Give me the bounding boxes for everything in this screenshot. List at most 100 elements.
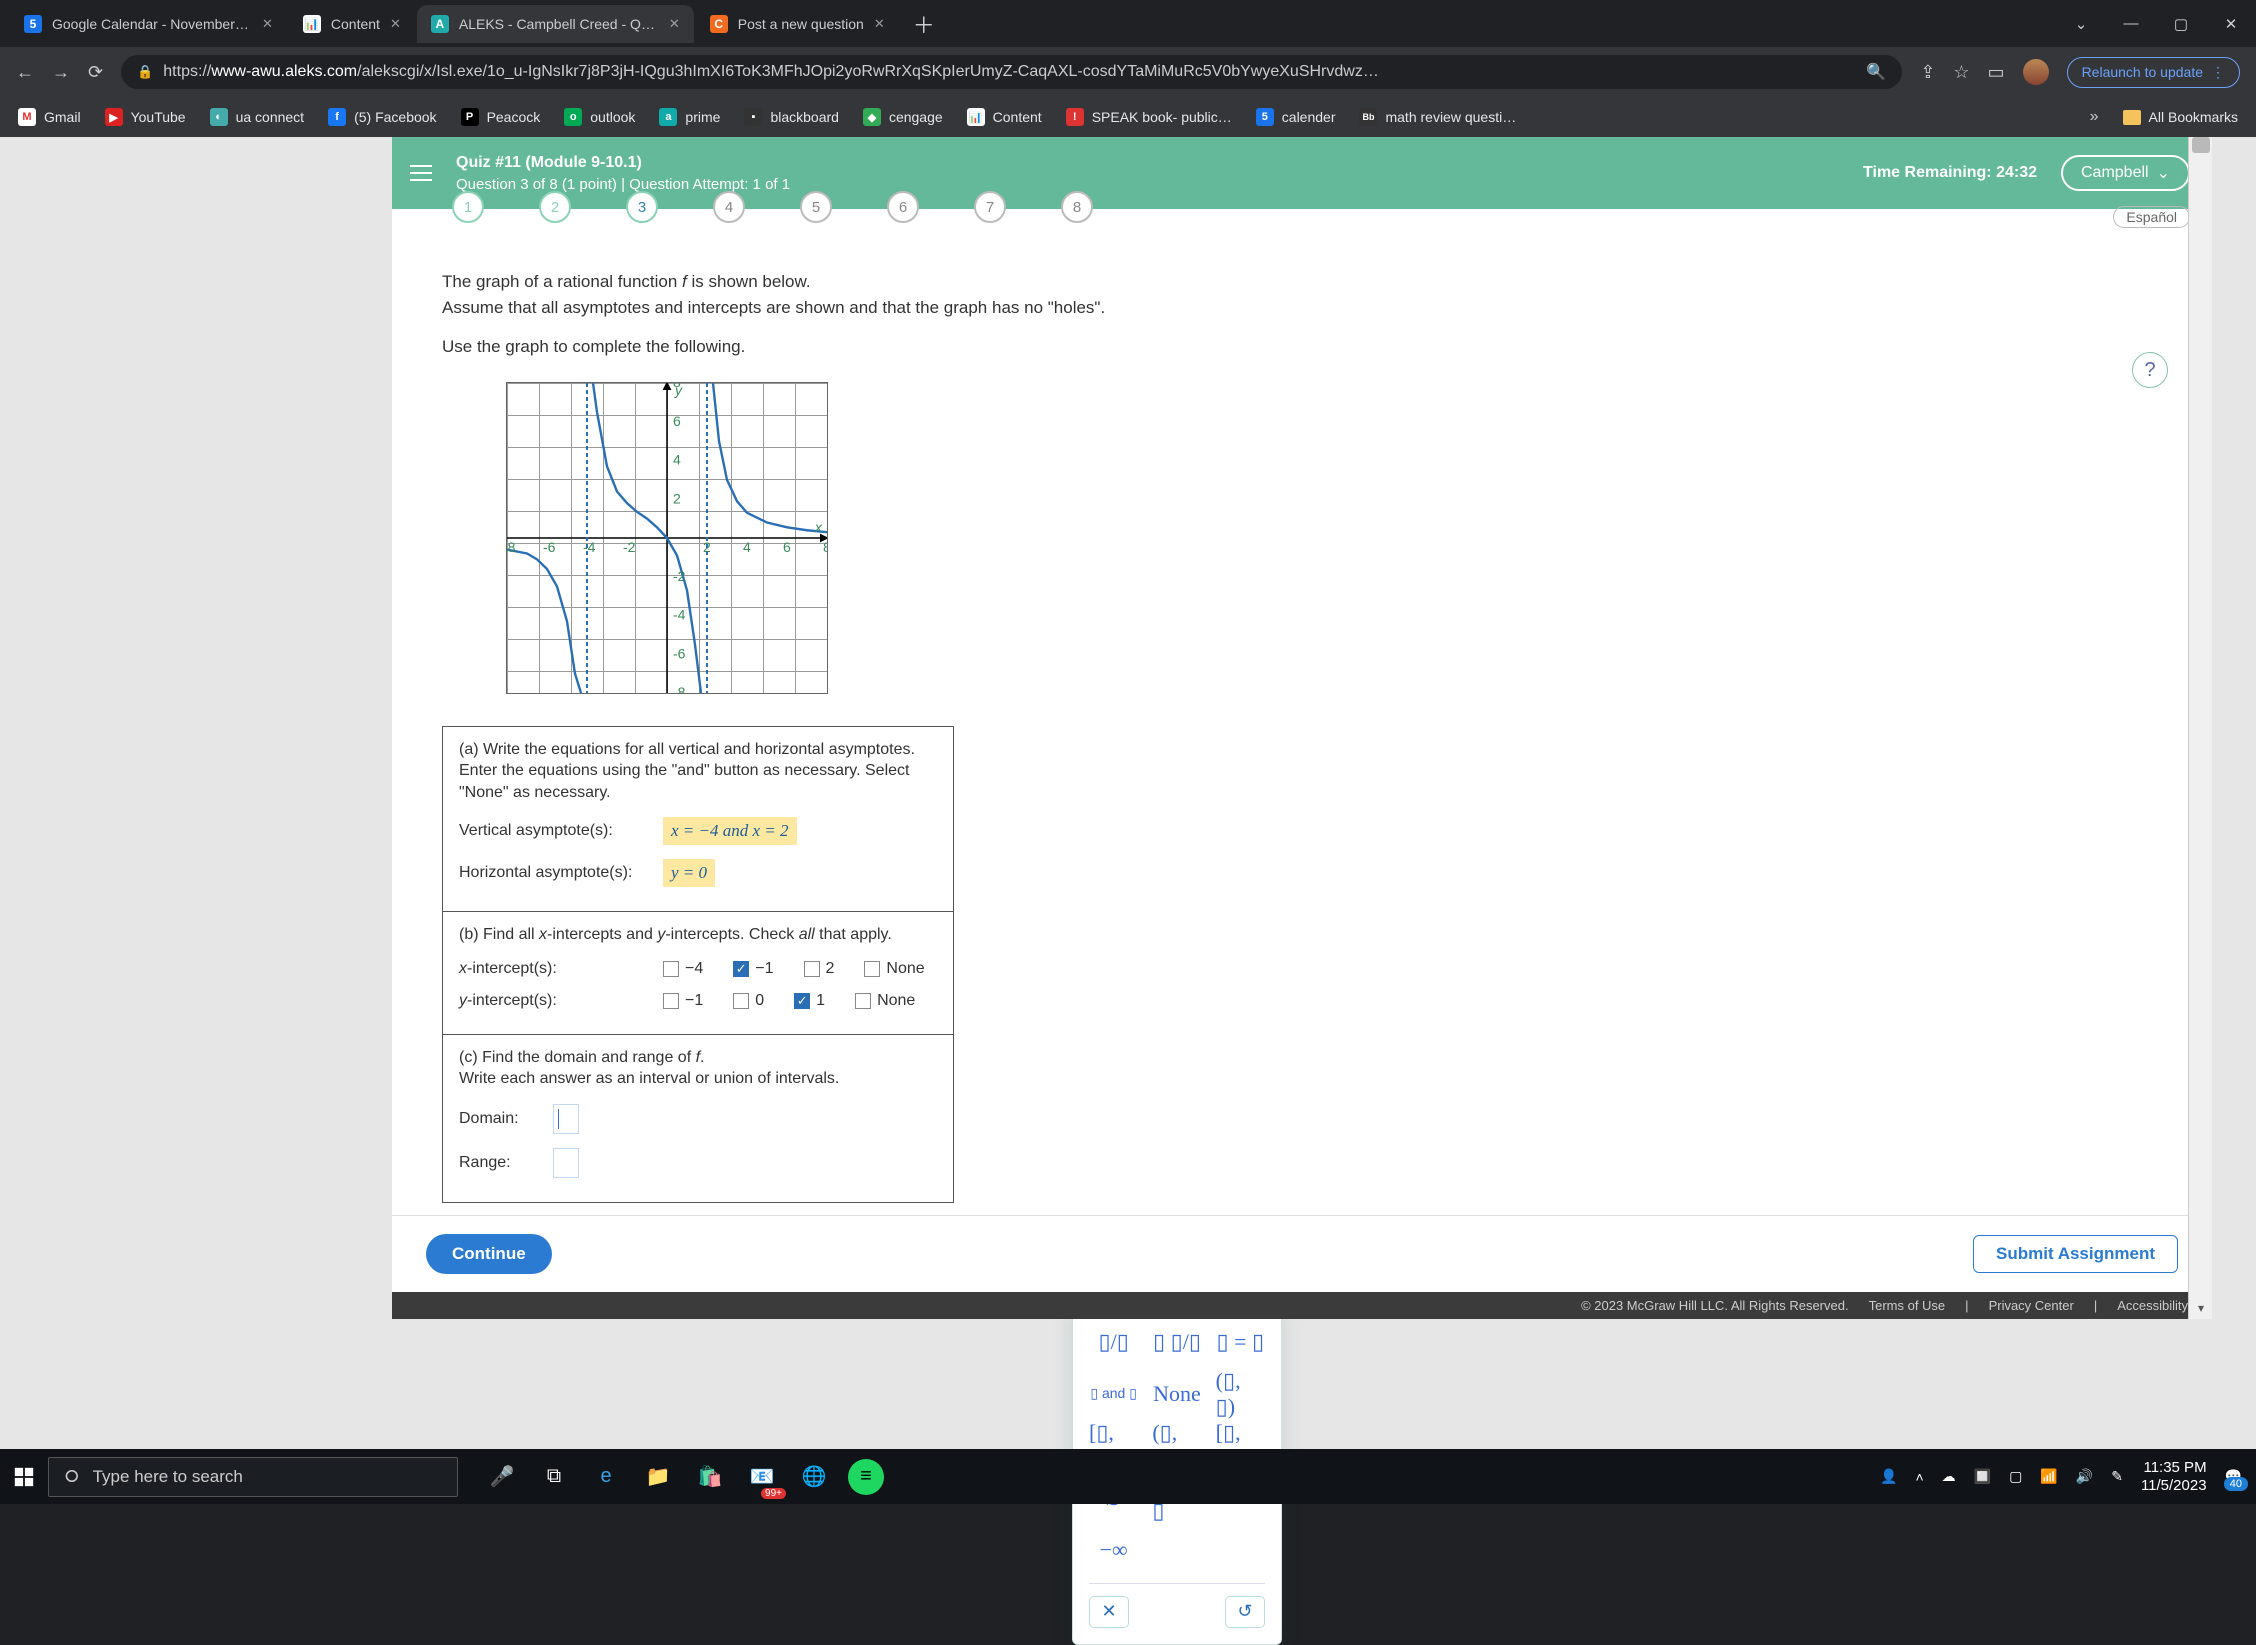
continue-button[interactable]: Continue [426,1234,552,1274]
bm-outlook[interactable]: ooutlook [564,108,635,126]
checkbox[interactable] [804,961,820,977]
q-nav-4[interactable]: 4 [713,191,745,223]
panel-icon[interactable]: ▭ [1988,62,2005,83]
bm-youtube[interactable]: ▶YouTube [105,108,186,126]
close-icon[interactable]: ✕ [262,16,273,32]
checkbox[interactable] [663,993,679,1009]
ha-answer[interactable]: y = 0 [663,859,715,887]
submit-assignment-button[interactable]: Submit Assignment [1973,1235,2178,1273]
intercept-option[interactable]: 0 [733,992,764,1010]
tab-post[interactable]: C Post a new question ✕ [696,5,899,43]
palette-reset-button[interactable]: ↺ [1225,1596,1265,1628]
bm-peacock[interactable]: PPeacock [461,108,541,126]
checkbox[interactable] [794,993,810,1009]
bm-blackboard[interactable]: ▪blackboard [744,108,839,126]
bm-overflow-icon[interactable]: » [2090,108,2099,126]
intercept-option[interactable]: −4 [663,960,703,978]
new-tab-button[interactable]: ＋ [909,9,939,39]
onedrive-icon[interactable]: ☁ [1942,1468,1956,1485]
relaunch-button[interactable]: Relaunch to update⋮ [2067,57,2240,88]
bm-math[interactable]: Bbmath review questi… [1359,108,1516,126]
bm-prime[interactable]: aprime [659,108,720,126]
intercept-option[interactable]: −1 [733,960,773,978]
language-toggle[interactable]: Español [2113,206,2190,228]
q-nav-8[interactable]: 8 [1061,191,1093,223]
link-terms[interactable]: Terms of Use [1869,1298,1946,1313]
mail-icon[interactable]: 📧99+ [744,1459,780,1495]
bm-content[interactable]: 📊Content [967,108,1042,126]
tray-up-icon[interactable]: ˄ [1915,1469,1923,1485]
palette-button[interactable]: ▯ = ▯ [1216,1323,1265,1361]
palette-button[interactable]: ▯ ▯/▯ [1152,1323,1201,1361]
people-icon[interactable]: 👤 [1880,1468,1897,1485]
checkbox[interactable] [855,993,871,1009]
battery-icon[interactable]: ▢ [2009,1468,2022,1485]
clock[interactable]: 11:35 PM11/5/2023 [2141,1459,2207,1495]
link-accessibility[interactable]: Accessibility [2117,1298,2188,1313]
bm-gmail[interactable]: MGmail [18,108,81,126]
intercept-option[interactable]: None [864,960,924,978]
store-icon[interactable]: 🛍️ [692,1459,728,1495]
palette-clear-button[interactable]: ✕ [1089,1596,1129,1628]
chevron-down-icon[interactable]: ⌄ [2056,1,2106,46]
q-nav-3[interactable]: 3 [626,191,658,223]
tab-gcal[interactable]: 5 Google Calendar - November 20 ✕ [10,5,287,43]
checkbox[interactable] [733,961,749,977]
wifi-icon[interactable]: 📶 [2040,1468,2057,1485]
search-icon[interactable]: 🔍 [1866,62,1886,82]
intercept-option[interactable]: −1 [663,992,703,1010]
intercept-option[interactable]: 1 [794,992,825,1010]
bm-uaconnect[interactable]: ◐ua connect [210,108,305,126]
checkbox[interactable] [733,993,749,1009]
spotify-icon[interactable]: ≡ [848,1459,884,1495]
forward-icon[interactable]: → [52,62,70,83]
close-icon[interactable]: ✕ [390,16,401,32]
palette-button[interactable]: (▯, ▯) [1216,1375,1265,1413]
bm-speak[interactable]: !SPEAK book- public… [1066,108,1232,126]
q-nav-2[interactable]: 2 [539,191,571,223]
start-button[interactable] [0,1466,48,1488]
page-scrollbar[interactable]: ▴ ▾ [2188,137,2212,1319]
chrome-icon[interactable]: 🌐 [796,1459,832,1495]
intercept-option[interactable]: None [855,992,915,1010]
notifications-icon[interactable]: 💬40 [2225,1468,2242,1485]
link-privacy[interactable]: Privacy Center [1989,1298,2074,1313]
scroll-thumb[interactable] [2192,137,2210,153]
domain-input[interactable] [553,1104,579,1134]
scroll-down-icon[interactable]: ▾ [2189,1297,2213,1319]
user-menu[interactable]: Campbell⌄ [2061,155,2190,191]
all-bookmarks[interactable]: All Bookmarks [2123,109,2238,125]
star-icon[interactable]: ☆ [1953,62,1969,83]
q-nav-1[interactable]: 1 [452,191,484,223]
close-window-icon[interactable]: ✕ [2206,1,2256,46]
back-icon[interactable]: ← [16,62,34,83]
share-icon[interactable]: ⇪ [1920,62,1935,83]
va-answer[interactable]: x = −4 and x = 2 [663,817,797,845]
palette-button[interactable]: None [1152,1375,1201,1413]
edge-icon[interactable]: e [588,1459,624,1495]
reload-icon[interactable]: ⟳ [88,62,103,83]
palette-button[interactable]: −∞ [1089,1531,1138,1569]
close-icon[interactable]: ✕ [669,16,680,32]
taskview-icon[interactable]: ⧉ [536,1459,572,1495]
bm-cengage[interactable]: ◆cengage [863,108,943,126]
volume-icon[interactable]: 🔊 [2076,1468,2093,1485]
range-input[interactable] [553,1148,579,1178]
address-bar[interactable]: 🔒 https://www-awu.aleks.com/alekscgi/x/I… [121,55,1902,89]
tab-content[interactable]: 📊 Content ✕ [289,5,415,43]
help-icon[interactable]: ? [2132,352,2168,388]
checkbox[interactable] [663,961,679,977]
q-nav-6[interactable]: 6 [887,191,919,223]
security-icon[interactable]: 🔲 [1974,1468,1991,1485]
profile-avatar[interactable] [2023,59,2049,85]
q-nav-5[interactable]: 5 [800,191,832,223]
bm-calender[interactable]: 5calender [1256,108,1336,126]
pen-icon[interactable]: ✎ [2111,1468,2123,1485]
mic-icon[interactable]: 🎤 [484,1459,520,1495]
tab-aleks[interactable]: A ALEKS - Campbell Creed - Quiz # ✕ [417,5,694,43]
intercept-option[interactable]: 2 [804,960,835,978]
checkbox[interactable] [864,961,880,977]
taskbar-search[interactable]: ⭘ Type here to search [48,1457,458,1497]
q-nav-7[interactable]: 7 [974,191,1006,223]
bm-facebook[interactable]: f(5) Facebook [328,108,436,126]
